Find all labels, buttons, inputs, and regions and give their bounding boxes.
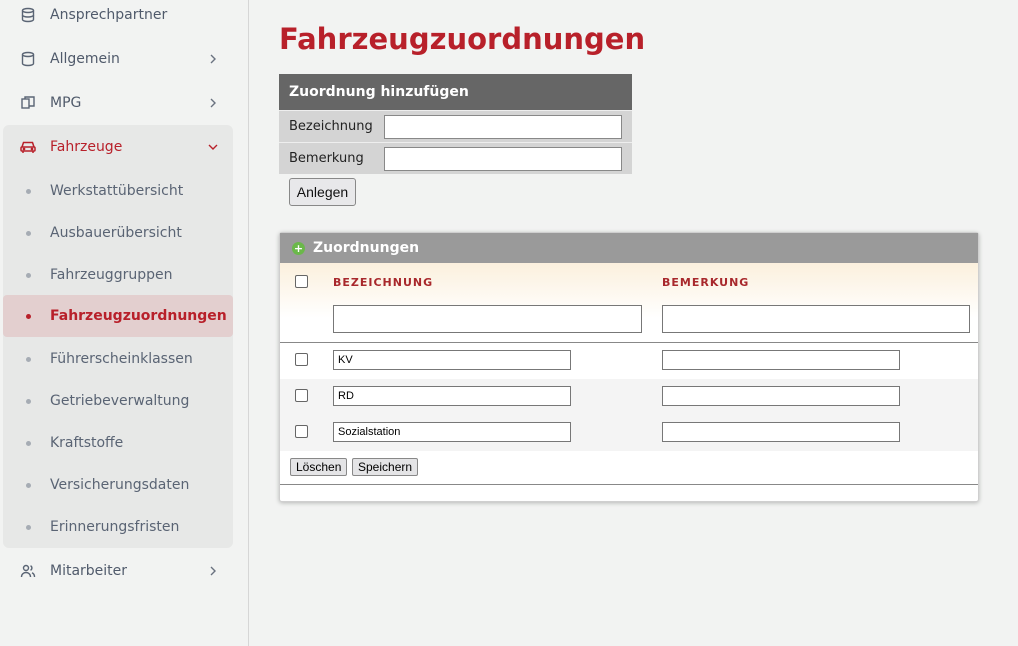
row-bezeichnung-input[interactable] <box>333 386 571 406</box>
bullet-icon <box>26 356 31 362</box>
sidebar-subitem-label: Versicherungsdaten <box>50 477 190 493</box>
bullet-icon <box>26 524 31 530</box>
sidebar-subitem-getriebeverwaltung[interactable]: Getriebeverwaltung <box>3 381 233 421</box>
sidebar-item-label: Allgemein <box>50 51 120 67</box>
sidebar: Ansprechpartner Allgemein MPG Fahrzeuge … <box>0 0 249 646</box>
car-icon <box>19 138 37 156</box>
sidebar-subitem-label: Werkstattübersicht <box>50 183 184 199</box>
sidebar-subitem-label: Erinnerungsfristen <box>50 519 180 535</box>
assignments-grid: + Zuordnungen BEZEICHNUNG BEMERKUNG Lösc… <box>279 232 979 502</box>
chevron-right-icon <box>207 97 219 109</box>
bullet-icon <box>26 272 31 278</box>
sidebar-subitem-ausbauuebersicht[interactable]: Ausbauerübersicht <box>3 213 233 253</box>
sidebar-subitem-label: Führerscheinklassen <box>50 351 193 367</box>
bullet-icon <box>26 230 31 236</box>
bullet-icon <box>26 482 31 488</box>
row-bezeichnung-input[interactable] <box>333 422 571 442</box>
add-assignment-panel: Zuordnung hinzufügen Bezeichnung Bemerku… <box>279 74 632 174</box>
sidebar-item-label: MPG <box>50 95 82 111</box>
database-icon <box>19 6 37 24</box>
sidebar-subitem-kraftstoffe[interactable]: Kraftstoffe <box>3 423 233 463</box>
chevron-right-icon <box>207 53 219 65</box>
sidebar-item-mpg[interactable]: MPG <box>3 83 233 123</box>
table-row <box>280 415 978 451</box>
sidebar-subitem-fahrzeuggruppen[interactable]: Fahrzeuggruppen <box>3 255 233 295</box>
bullet-icon <box>26 313 31 319</box>
save-button[interactable]: Speichern <box>352 458 419 476</box>
sidebar-subitem-werkstattuebersicht[interactable]: Werkstattübersicht <box>3 171 233 211</box>
sidebar-item-label: Mitarbeiter <box>50 563 128 579</box>
select-all-checkbox[interactable] <box>295 275 308 288</box>
column-header-row: BEZEICHNUNG BEMERKUNG <box>280 263 978 343</box>
users-icon <box>19 562 37 580</box>
bullet-icon <box>26 440 31 446</box>
sidebar-item-label: Fahrzeuge <box>50 139 123 155</box>
sidebar-subitem-label: Kraftstoffe <box>50 435 124 451</box>
table-row <box>280 379 978 415</box>
bullet-icon <box>26 398 31 404</box>
row-checkbox[interactable] <box>295 353 308 366</box>
sidebar-subitem-versicherungsdaten[interactable]: Versicherungsdaten <box>3 465 233 505</box>
row-checkbox[interactable] <box>295 425 308 438</box>
bezeichnung-label: Bezeichnung <box>289 119 373 134</box>
sidebar-subitem-fahrzeugzuordnungen[interactable]: Fahrzeugzuordnungen <box>3 295 233 337</box>
row-bemerkung-input[interactable] <box>662 350 900 370</box>
grid-header: + Zuordnungen <box>280 233 978 263</box>
sidebar-subitem-fuehrerscheinklassen[interactable]: Führerscheinklassen <box>3 339 233 379</box>
bemerkung-label: Bemerkung <box>289 151 364 166</box>
delete-button[interactable]: Löschen <box>290 458 348 476</box>
sidebar-subitem-label: Getriebeverwaltung <box>50 393 190 409</box>
page-title: Fahrzeugzuordnungen <box>279 22 646 56</box>
row-bemerkung-input[interactable] <box>662 422 900 442</box>
chevron-right-icon <box>207 565 219 577</box>
sidebar-item-mitarbeiter[interactable]: Mitarbeiter <box>3 551 233 591</box>
add-row-bemerkung: Bemerkung <box>279 142 632 174</box>
sidebar-subitem-label: Fahrzeuggruppen <box>50 267 173 283</box>
table-row <box>280 343 978 379</box>
grid-footer-divider <box>280 484 978 485</box>
chevron-down-icon <box>207 141 219 153</box>
row-checkbox[interactable] <box>295 389 308 402</box>
bemerkung-input[interactable] <box>384 146 622 171</box>
sidebar-item-label: Ansprechpartner <box>50 7 168 23</box>
add-row-bezeichnung: Bezeichnung <box>279 110 632 142</box>
row-bemerkung-input[interactable] <box>662 386 900 406</box>
anlegen-button[interactable]: Anlegen <box>289 178 356 206</box>
copy-icon <box>19 94 37 112</box>
filter-bezeichnung-input[interactable] <box>333 305 642 333</box>
sidebar-item-allgemein[interactable]: Allgemein <box>3 39 233 79</box>
grid-title: Zuordnungen <box>313 240 420 256</box>
bullet-icon <box>26 188 31 194</box>
database-icon <box>19 50 37 68</box>
sidebar-item-ansprechpartner[interactable]: Ansprechpartner <box>3 0 233 35</box>
add-panel-header: Zuordnung hinzufügen <box>279 74 632 110</box>
column-header-bezeichnung[interactable]: BEZEICHNUNG <box>333 276 433 289</box>
bezeichnung-input[interactable] <box>384 114 622 139</box>
add-circle-icon[interactable]: + <box>292 242 305 255</box>
filter-bemerkung-input[interactable] <box>662 305 970 333</box>
row-bezeichnung-input[interactable] <box>333 350 571 370</box>
sidebar-subitem-label: Fahrzeugzuordnungen <box>50 308 227 324</box>
sidebar-item-fahrzeuge[interactable]: Fahrzeuge <box>3 127 233 167</box>
sidebar-subitem-erinnerungsfristen[interactable]: Erinnerungsfristen <box>3 507 233 547</box>
sidebar-subitem-label: Ausbauerübersicht <box>50 225 182 241</box>
column-header-bemerkung[interactable]: BEMERKUNG <box>662 276 749 289</box>
